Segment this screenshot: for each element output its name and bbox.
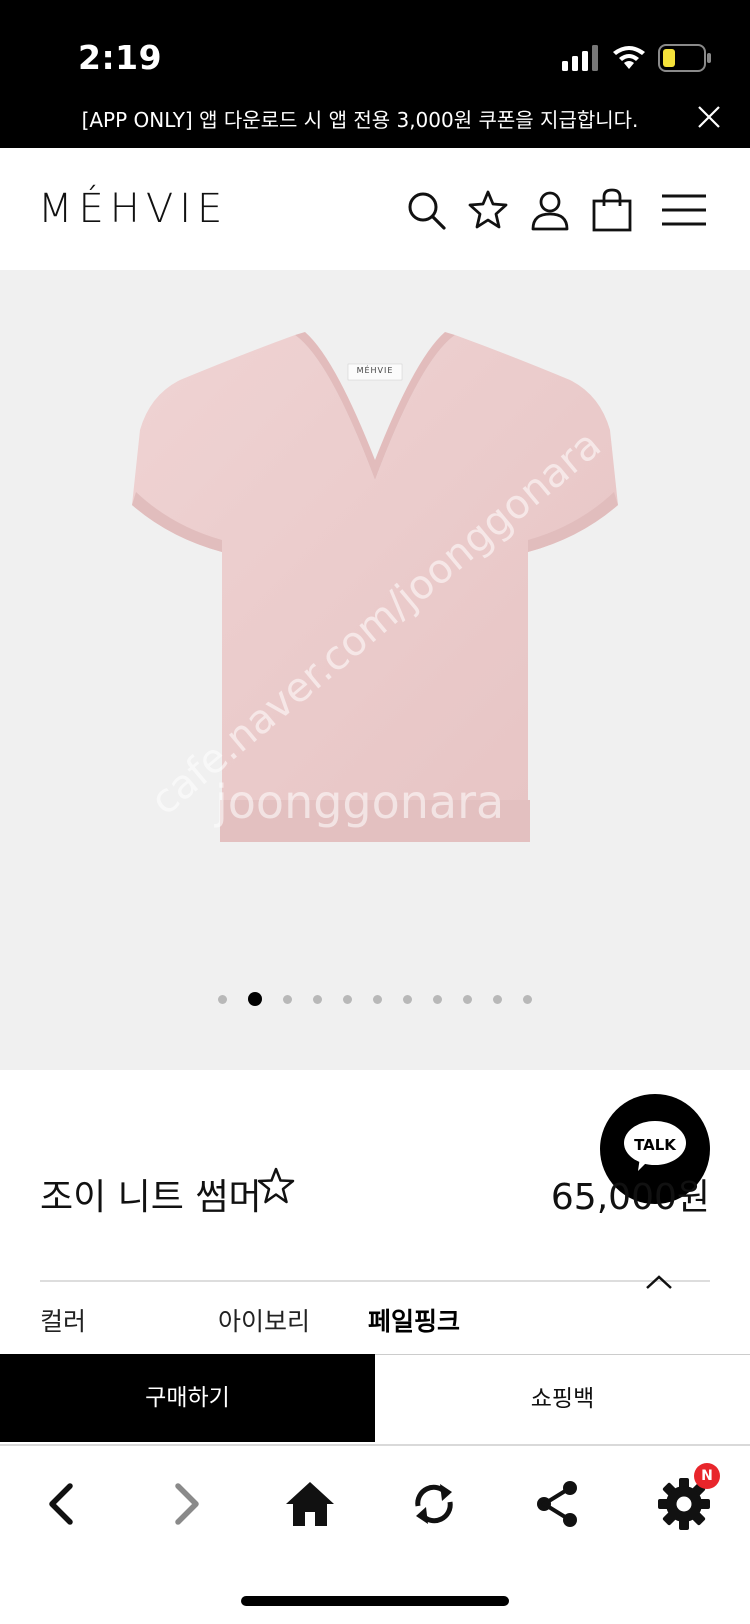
- garment-label-text: MÉHVIE: [356, 366, 394, 375]
- divider: [40, 1280, 710, 1282]
- color-option-label: 컬러: [40, 1307, 87, 1336]
- menu-icon[interactable]: [660, 188, 708, 232]
- pagination-dot[interactable]: [373, 995, 382, 1004]
- status-time: 2:19: [78, 38, 163, 77]
- product-image: [132, 332, 618, 842]
- color-option-pale-pink[interactable]: 페일핑크: [368, 1302, 460, 1338]
- pagination-dot[interactable]: [493, 995, 502, 1004]
- favorite-star-icon[interactable]: [256, 1166, 296, 1206]
- refresh-icon[interactable]: [406, 1476, 462, 1532]
- chat-bubble-icon: TALK: [624, 1121, 686, 1171]
- home-indicator: [241, 1596, 509, 1606]
- promo-banner[interactable]: [APP ONLY] 앱 다운로드 시 앱 전용 3,000원 쿠폰을 지급합니…: [0, 98, 750, 138]
- wishlist-star-icon[interactable]: [466, 188, 510, 232]
- wifi-icon: [613, 46, 645, 69]
- cart-bag-icon[interactable]: [590, 188, 634, 232]
- shopping-bag-button[interactable]: 쇼핑백: [375, 1354, 750, 1442]
- gallery-pagination[interactable]: [0, 992, 750, 1006]
- search-icon[interactable]: [404, 188, 448, 232]
- promo-banner-text: [APP ONLY] 앱 다운로드 시 앱 전용 3,000원 쿠폰을 지급합니…: [81, 108, 639, 132]
- brand-logo[interactable]: MÉHVIE: [38, 186, 228, 232]
- account-icon[interactable]: [528, 188, 572, 232]
- product-price: 65,000원: [550, 1177, 710, 1218]
- pagination-dot[interactable]: [403, 995, 412, 1004]
- site-header: MÉHVIE: [0, 148, 750, 270]
- status-icons: [562, 44, 712, 72]
- top-bar: 2:19 [APP ONLY] 앱 다운로드 시 앱 전용 3,000원 쿠폰을…: [0, 0, 750, 148]
- notification-badge: N: [694, 1463, 720, 1489]
- buy-button[interactable]: 구매하기: [0, 1354, 375, 1442]
- pagination-dot[interactable]: [283, 995, 292, 1004]
- share-icon[interactable]: [530, 1476, 586, 1532]
- close-icon[interactable]: [694, 102, 724, 132]
- pagination-dot[interactable]: [218, 995, 227, 1004]
- forward-arrow-icon[interactable]: [158, 1476, 214, 1532]
- pagination-dot[interactable]: [313, 995, 322, 1004]
- back-arrow-icon[interactable]: [34, 1476, 90, 1532]
- chevron-up-icon[interactable]: [644, 1272, 674, 1292]
- pagination-dot[interactable]: [463, 995, 472, 1004]
- battery-icon: [658, 44, 711, 72]
- product-name: 조이 니트 썸머: [40, 1177, 262, 1218]
- color-option-ivory[interactable]: 아이보리: [218, 1302, 310, 1338]
- signal-icon: [562, 45, 598, 71]
- pagination-dot[interactable]: [433, 995, 442, 1004]
- pagination-dot[interactable]: [523, 995, 532, 1004]
- product-gallery[interactable]: MÉHVIE cafe.naver.com/joonggonara joongg…: [0, 270, 750, 1070]
- pagination-dot[interactable]: [248, 992, 262, 1006]
- talk-label: TALK: [634, 1136, 676, 1154]
- home-icon[interactable]: [282, 1476, 338, 1532]
- pagination-dot[interactable]: [343, 995, 352, 1004]
